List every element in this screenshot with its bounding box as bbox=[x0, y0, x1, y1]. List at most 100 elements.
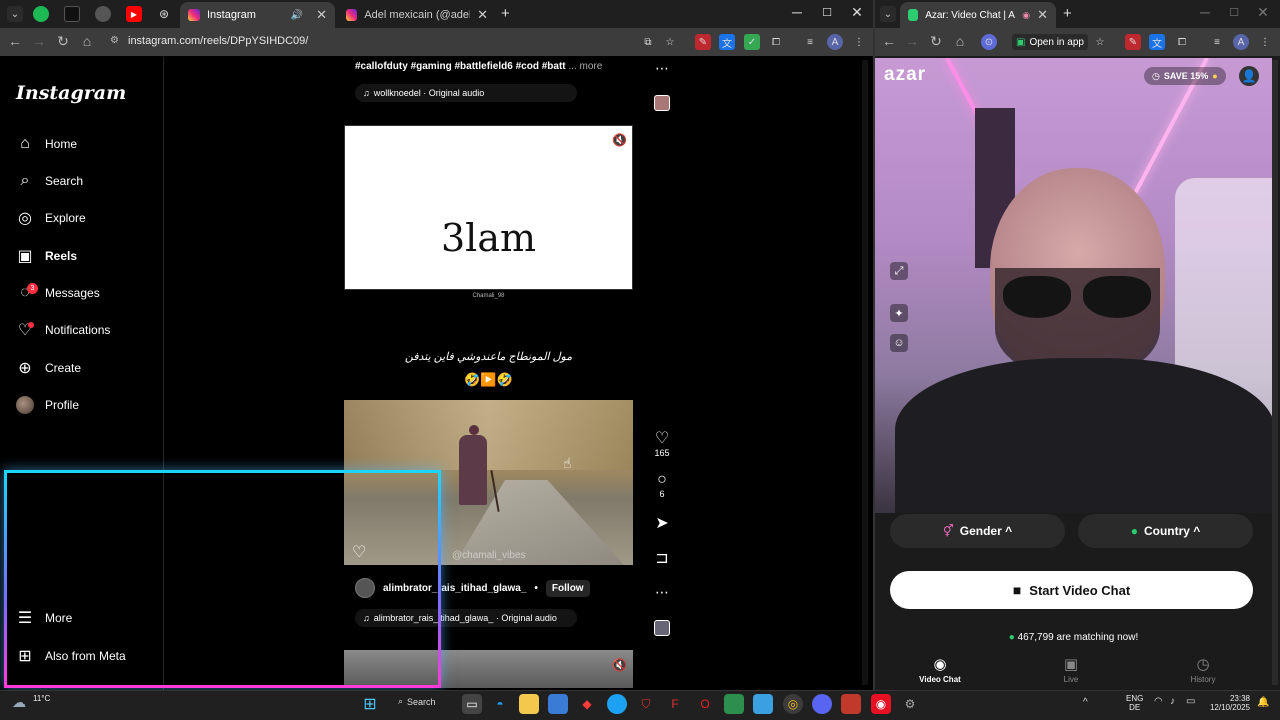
spotify-tab-icon[interactable] bbox=[33, 6, 49, 22]
maximize-icon[interactable]: ☐ bbox=[812, 6, 842, 19]
app-icon[interactable]: ◆ bbox=[577, 694, 597, 714]
sticker-icon[interactable]: ☺ bbox=[890, 334, 908, 352]
app-icon[interactable] bbox=[841, 694, 861, 714]
sidebar-item-home[interactable]: ⌂ Home bbox=[16, 132, 77, 156]
close-window-icon[interactable]: ✕ bbox=[1248, 4, 1278, 21]
bookmark-star-icon[interactable]: ☆ bbox=[1092, 34, 1108, 50]
forward-icon[interactable]: → bbox=[30, 33, 48, 49]
azar-logo[interactable]: azar bbox=[884, 64, 926, 86]
extensions-puzzle-icon[interactable]: ⧠ bbox=[768, 34, 784, 50]
weather-icon[interactable]: ☁ bbox=[12, 694, 26, 711]
bookmark-star-icon[interactable]: ☆ bbox=[662, 34, 678, 50]
settings-icon[interactable]: ⚙ bbox=[900, 694, 920, 714]
effects-sparkle-icon[interactable]: ✦ bbox=[890, 304, 908, 322]
reload-icon[interactable]: ↻ bbox=[927, 33, 945, 50]
tab-video-chat[interactable]: ◉ Video Chat bbox=[910, 655, 970, 684]
youtube-tab-icon[interactable]: ▶ bbox=[126, 6, 142, 22]
extension-icon[interactable]: ✎ bbox=[1125, 34, 1141, 50]
audio-thumbnail[interactable] bbox=[654, 620, 670, 636]
back-icon[interactable]: ← bbox=[880, 33, 898, 49]
media-control-icon[interactable]: ≡ bbox=[802, 34, 818, 50]
expand-icon[interactable]: ⤢ bbox=[890, 262, 908, 280]
minimize-icon[interactable]: ─ bbox=[1190, 4, 1220, 20]
app-icon[interactable]: ◉ bbox=[871, 694, 891, 714]
more-options-icon[interactable]: ⋯ bbox=[655, 60, 669, 77]
wifi-icon[interactable]: ◠ bbox=[1154, 696, 1163, 707]
language-indicator[interactable]: ENG DE bbox=[1126, 694, 1143, 712]
site-info-icon[interactable]: ⊙ bbox=[981, 34, 997, 50]
close-window-icon[interactable]: ✕ bbox=[842, 4, 872, 21]
close-tab-icon[interactable]: ✕ bbox=[1037, 7, 1048, 23]
tab-live[interactable]: ▣ Live bbox=[1041, 655, 1101, 684]
save-action[interactable]: ⊐ bbox=[647, 548, 677, 568]
shield-icon[interactable]: ⛉ bbox=[636, 694, 656, 714]
sidebar-item-explore[interactable]: ◎ Explore bbox=[16, 206, 86, 230]
close-tab-icon[interactable]: ✕ bbox=[477, 7, 488, 23]
minimize-icon[interactable]: ─ bbox=[782, 4, 812, 20]
volume-icon[interactable]: ♪ bbox=[1170, 696, 1175, 707]
extension-icon[interactable]: ✓ bbox=[744, 34, 760, 50]
app-icon[interactable] bbox=[753, 694, 773, 714]
profile-icon[interactable]: 👤 bbox=[1239, 66, 1259, 86]
task-view-icon[interactable]: ▭ bbox=[462, 694, 482, 714]
extension-icon[interactable]: ✎ bbox=[695, 34, 711, 50]
reel-video[interactable]: 😂😂😂😢😭😭 😭😭😭 3lam bbox=[344, 125, 633, 290]
excel-icon[interactable] bbox=[724, 694, 744, 714]
comment-action[interactable]: ○ 6 bbox=[647, 471, 677, 499]
more-options-icon[interactable]: ⋯ bbox=[655, 584, 669, 601]
reload-icon[interactable]: ↻ bbox=[54, 33, 72, 50]
scrollbar[interactable] bbox=[1272, 60, 1278, 685]
back-icon[interactable]: ← bbox=[6, 33, 24, 49]
taskbar-search[interactable]: ⌕ Search bbox=[398, 696, 436, 707]
open-in-app-button[interactable]: ▣ Open in app bbox=[1012, 34, 1088, 50]
weather-temp[interactable]: 11°C bbox=[33, 694, 50, 703]
audio-pill[interactable]: ♫ wollknoedel · Original audio bbox=[355, 84, 577, 102]
more-link[interactable]: ... more bbox=[568, 61, 602, 72]
comment-icon[interactable]: ○ bbox=[647, 471, 677, 489]
save-promo-badge[interactable]: ◷ SAVE 15% ● bbox=[1144, 67, 1226, 85]
app-icon[interactable]: F bbox=[665, 694, 685, 714]
forward-icon[interactable]: → bbox=[903, 33, 921, 49]
bookmark-icon[interactable]: ⊐ bbox=[647, 548, 677, 568]
translate-icon[interactable]: 文 bbox=[719, 34, 735, 50]
share-action[interactable]: ➤ bbox=[647, 513, 677, 533]
maximize-icon[interactable]: ☐ bbox=[1219, 6, 1249, 19]
sidebar-item-reels[interactable]: ▣ Reels bbox=[16, 244, 77, 268]
start-video-chat-button[interactable]: ■ Start Video Chat bbox=[890, 571, 1253, 609]
send-icon[interactable]: ➤ bbox=[647, 513, 677, 533]
site-info-icon[interactable]: ⚙ bbox=[110, 35, 119, 46]
clock[interactable]: 23:38 12/10/2025 bbox=[1206, 694, 1250, 712]
mute-icon[interactable]: 🔇 bbox=[612, 658, 627, 672]
sidebar-item-profile[interactable]: Profile bbox=[16, 393, 79, 417]
audio-thumbnail[interactable] bbox=[654, 95, 670, 111]
country-selector[interactable]: ● Country ^ bbox=[1078, 514, 1253, 548]
mute-icon[interactable]: 🔇 bbox=[612, 133, 627, 147]
scrollbar[interactable] bbox=[862, 60, 868, 685]
browser-menu-icon[interactable]: ⋮ bbox=[1257, 34, 1273, 50]
profile-avatar-icon[interactable]: A bbox=[1233, 34, 1249, 50]
sidebar-item-create[interactable]: ⊕ Create bbox=[16, 356, 81, 380]
tab-instagram[interactable]: Instagram 🔊 ✕ bbox=[180, 2, 335, 28]
translate-icon[interactable]: 文 bbox=[1149, 34, 1165, 50]
home-browser-icon[interactable]: ⌂ bbox=[951, 33, 969, 49]
app-icon[interactable] bbox=[607, 694, 627, 714]
tab-icon-1[interactable] bbox=[64, 6, 80, 22]
chrome-icon[interactable]: ◎ bbox=[783, 694, 803, 714]
browser-menu-icon[interactable]: ⋮ bbox=[851, 34, 867, 50]
file-explorer-icon[interactable] bbox=[519, 694, 539, 714]
gender-selector[interactable]: ⚥ Gender ^ bbox=[890, 514, 1065, 548]
profile-avatar-icon[interactable]: A bbox=[827, 34, 843, 50]
media-control-icon[interactable]: ≡ bbox=[1209, 34, 1225, 50]
windows-start-icon[interactable]: ⊞ bbox=[360, 694, 380, 714]
tray-chevron-icon[interactable]: ^ bbox=[1083, 697, 1088, 708]
heart-icon[interactable]: ♡ bbox=[647, 428, 677, 448]
follow-button[interactable]: Follow bbox=[545, 579, 590, 597]
edge-icon[interactable]: ◓ bbox=[490, 694, 510, 714]
tab-search-icon[interactable]: ⌄ bbox=[7, 6, 23, 22]
url-field[interactable]: instagram.com/reels/DPpYSIHDC09/ bbox=[128, 35, 308, 47]
opera-icon[interactable]: O bbox=[695, 694, 715, 714]
close-tab-icon[interactable]: ✕ bbox=[316, 7, 327, 23]
cast-icon[interactable]: ⧉ bbox=[640, 34, 656, 50]
notifications-icon[interactable]: 🔔 bbox=[1257, 697, 1269, 708]
battery-icon[interactable]: ▭ bbox=[1186, 696, 1195, 707]
